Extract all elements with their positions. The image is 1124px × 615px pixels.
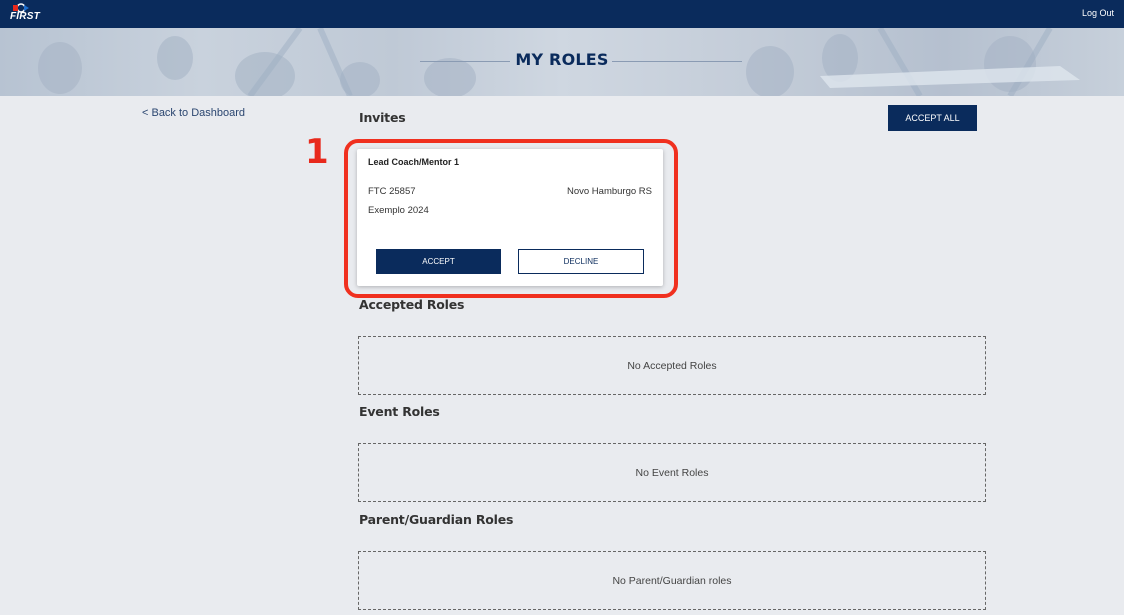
back-to-dashboard-link[interactable]: < Back to Dashboard [142,107,245,119]
logo-text: FIRST [10,11,40,22]
invite-role-title: Lead Coach/Mentor 1 [368,157,460,167]
invite-location: Novo Hamburgo RS [566,186,652,197]
event-roles-heading: Event Roles [359,404,440,419]
invite-team-number: FTC 25857 [368,186,416,197]
page-title: MY ROLES [515,50,609,69]
accept-all-button[interactable]: ACCEPT ALL [888,105,977,131]
accepted-roles-empty-text: No Accepted Roles [627,359,717,372]
decline-invite-button[interactable]: DECLINE [518,249,644,274]
accepted-roles-heading: Accepted Roles [359,297,465,312]
annotation-step-number: 1 [305,132,329,172]
invite-card: Lead Coach/Mentor 1 FTC 25857 Novo Hambu… [357,149,663,286]
parent-guardian-roles-empty-state: No Parent/Guardian roles [358,551,986,610]
top-nav-bar: FIRST Log Out [0,0,1124,28]
first-logo[interactable]: FIRST [10,3,54,25]
logout-link[interactable]: Log Out [1082,8,1114,18]
accept-invite-button[interactable]: ACCEPT [376,249,501,274]
event-roles-empty-text: No Event Roles [635,466,709,479]
parent-guardian-roles-empty-text: No Parent/Guardian roles [612,574,732,587]
parent-guardian-roles-heading: Parent/Guardian Roles [359,512,514,527]
invites-heading: Invites [359,110,406,125]
invite-team-name: Exemplo 2024 [368,205,429,216]
accepted-roles-empty-state: No Accepted Roles [358,336,986,395]
event-roles-empty-state: No Event Roles [358,443,986,502]
page-banner: MY ROLES [0,28,1124,96]
